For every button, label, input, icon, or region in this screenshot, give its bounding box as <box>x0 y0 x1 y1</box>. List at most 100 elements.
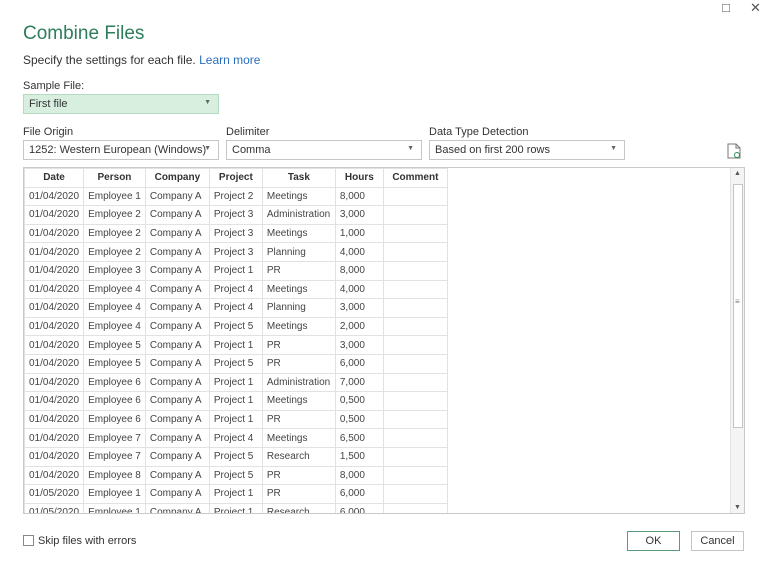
cell-date: 01/04/2020 <box>25 261 84 280</box>
table-row: 01/04/2020Employee 2Company AProject 3Ad… <box>25 206 448 225</box>
column-header-date[interactable]: Date <box>25 169 84 188</box>
cell-hours: 6,000 <box>335 503 383 514</box>
table-row: 01/05/2020Employee 1Company AProject 1PR… <box>25 485 448 504</box>
cell-comment <box>383 354 447 373</box>
cell-company: Company A <box>145 447 209 466</box>
cell-company: Company A <box>145 280 209 299</box>
cell-date: 01/04/2020 <box>25 317 84 336</box>
cell-hours: 2,000 <box>335 317 383 336</box>
learn-more-link[interactable]: Learn more <box>199 53 260 67</box>
cell-hours: 8,000 <box>335 261 383 280</box>
cell-comment <box>383 336 447 355</box>
vertical-scrollbar[interactable]: ▲ ≡ ▼ <box>730 168 744 513</box>
table-row: 01/04/2020Employee 2Company AProject 3Pl… <box>25 243 448 262</box>
cell-date: 01/04/2020 <box>25 466 84 485</box>
cell-task: PR <box>262 336 335 355</box>
cell-person: Employee 1 <box>84 187 146 206</box>
data-type-detection-dropdown[interactable]: Based on first 200 rows▼ <box>429 140 625 160</box>
cell-comment <box>383 503 447 514</box>
cell-person: Employee 4 <box>84 299 146 318</box>
cell-date: 01/04/2020 <box>25 280 84 299</box>
cell-company: Company A <box>145 485 209 504</box>
table-row: 01/04/2020Employee 1Company AProject 2Me… <box>25 187 448 206</box>
cell-task: Planning <box>262 243 335 262</box>
cell-project: Project 5 <box>209 447 262 466</box>
cell-hours: 6,000 <box>335 354 383 373</box>
table-row: 01/04/2020Employee 2Company AProject 3Me… <box>25 224 448 243</box>
cell-company: Company A <box>145 354 209 373</box>
cell-date: 01/04/2020 <box>25 336 84 355</box>
file-origin-dropdown[interactable]: 1252: Western European (Windows)▼ <box>23 140 219 160</box>
cell-comment <box>383 224 447 243</box>
cell-task: Meetings <box>262 317 335 336</box>
cell-date: 01/04/2020 <box>25 243 84 262</box>
cell-comment <box>383 392 447 411</box>
cell-person: Employee 1 <box>84 485 146 504</box>
cell-comment <box>383 447 447 466</box>
scroll-up-icon[interactable]: ▲ <box>734 170 741 177</box>
cell-comment <box>383 280 447 299</box>
cell-task: PR <box>262 466 335 485</box>
cell-project: Project 1 <box>209 392 262 411</box>
chevron-down-icon: ▼ <box>610 145 617 152</box>
table-row: 01/04/2020Employee 6Company AProject 1Ad… <box>25 373 448 392</box>
column-header-company[interactable]: Company <box>145 169 209 188</box>
cell-company: Company A <box>145 336 209 355</box>
cell-person: Employee 8 <box>84 466 146 485</box>
column-header-hours[interactable]: Hours <box>335 169 383 188</box>
sample-file-dropdown[interactable]: First file ▼ <box>23 94 219 114</box>
cell-company: Company A <box>145 187 209 206</box>
cell-date: 01/05/2020 <box>25 503 84 514</box>
cell-date: 01/04/2020 <box>25 429 84 448</box>
cell-hours: 1,000 <box>335 224 383 243</box>
cell-company: Company A <box>145 466 209 485</box>
cell-person: Employee 5 <box>84 354 146 373</box>
cell-company: Company A <box>145 373 209 392</box>
cell-person: Employee 4 <box>84 317 146 336</box>
table-row: 01/04/2020Employee 4Company AProject 5Me… <box>25 317 448 336</box>
column-header-comment[interactable]: Comment <box>383 169 447 188</box>
cell-person: Employee 4 <box>84 280 146 299</box>
scrollbar-thumb[interactable]: ≡ <box>733 184 743 428</box>
skip-errors-checkbox[interactable] <box>23 535 34 546</box>
cell-person: Employee 7 <box>84 429 146 448</box>
cell-hours: 0,500 <box>335 392 383 411</box>
cell-person: Employee 1 <box>84 503 146 514</box>
cell-comment <box>383 317 447 336</box>
table-row: 01/04/2020Employee 5Company AProject 5PR… <box>25 354 448 373</box>
cell-task: PR <box>262 261 335 280</box>
file-origin-value: 1252: Western European (Windows) <box>29 144 206 156</box>
cell-project: Project 3 <box>209 206 262 225</box>
table-row: 01/04/2020Employee 3Company AProject 1PR… <box>25 261 448 280</box>
cell-person: Employee 2 <box>84 206 146 225</box>
chevron-down-icon: ▼ <box>204 145 211 152</box>
cancel-button[interactable]: Cancel <box>691 531 744 551</box>
sample-file-value: First file <box>29 98 68 110</box>
chevron-down-icon: ▼ <box>407 145 414 152</box>
cell-task: Administration <box>262 373 335 392</box>
delimiter-dropdown[interactable]: Comma▼ <box>226 140 422 160</box>
cell-date: 01/04/2020 <box>25 206 84 225</box>
chevron-down-icon: ▼ <box>204 99 211 106</box>
column-header-task[interactable]: Task <box>262 169 335 188</box>
cell-date: 01/04/2020 <box>25 187 84 206</box>
refresh-file-icon[interactable] <box>727 143 741 162</box>
preview-table-container: DatePersonCompanyProjectTaskHoursComment… <box>23 167 745 514</box>
cell-company: Company A <box>145 243 209 262</box>
close-button[interactable]: ✕ <box>750 0 761 16</box>
maximize-button[interactable]: □ <box>722 0 730 15</box>
skip-errors-label: Skip files with errors <box>38 535 136 547</box>
cell-task: Meetings <box>262 392 335 411</box>
ok-button[interactable]: OK <box>627 531 680 551</box>
column-header-project[interactable]: Project <box>209 169 262 188</box>
table-row: 01/04/2020Employee 4Company AProject 4Pl… <box>25 299 448 318</box>
cell-project: Project 5 <box>209 317 262 336</box>
cell-person: Employee 3 <box>84 261 146 280</box>
cell-task: Research <box>262 503 335 514</box>
dialog-title: Combine Files <box>23 23 144 45</box>
cell-project: Project 4 <box>209 280 262 299</box>
cell-project: Project 1 <box>209 503 262 514</box>
scroll-down-icon[interactable]: ▼ <box>734 504 741 511</box>
column-header-person[interactable]: Person <box>84 169 146 188</box>
cell-hours: 0,500 <box>335 410 383 429</box>
